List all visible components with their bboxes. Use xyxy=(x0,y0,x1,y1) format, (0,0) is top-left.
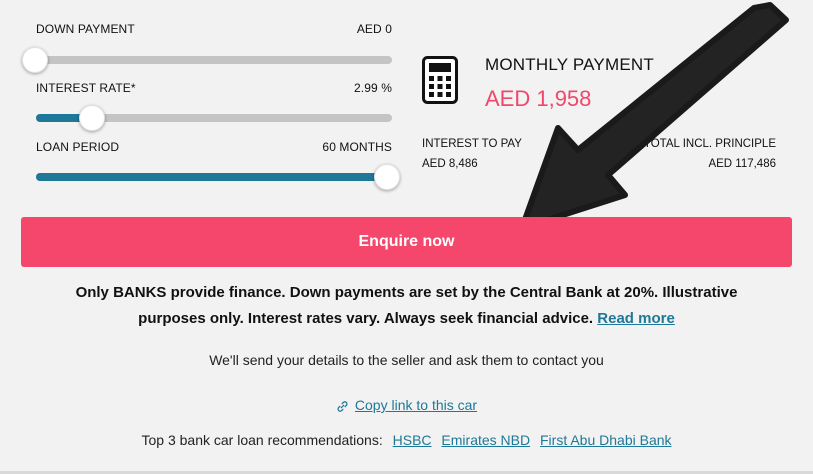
bank-link-emirates-nbd[interactable]: Emirates NBD xyxy=(441,432,530,448)
interest-to-pay-value: AED 8,486 xyxy=(422,158,478,170)
finance-calculator: DOWN PAYMENT AED 0 INTEREST RATE* 2.99 %… xyxy=(0,0,813,474)
interest-rate-value: 2.99 % xyxy=(354,81,392,95)
loan-period-value: 60 MONTHS xyxy=(322,140,392,154)
loan-period-slider-group: LOAN PERIOD 60 MONTHS xyxy=(36,140,400,190)
bank-recommendations-label: Top 3 bank car loan recommendations: xyxy=(141,432,383,448)
interest-rate-slider-group: INTEREST RATE* 2.99 % xyxy=(36,81,392,131)
copy-link-button[interactable]: Copy link to this car xyxy=(355,397,477,413)
loan-period-label: LOAN PERIOD xyxy=(36,140,120,154)
total-incl-principle-label: TOTAL INCL. PRINCIPLE xyxy=(643,138,776,150)
seller-contact-note: We'll send your details to the seller an… xyxy=(209,352,604,368)
interest-rate-thumb[interactable] xyxy=(79,105,105,131)
interest-to-pay-label: INTEREST TO PAY xyxy=(422,138,522,150)
monthly-payment-label: MONTHLY PAYMENT xyxy=(485,55,654,74)
loan-period-fill xyxy=(36,173,392,181)
enquire-now-button[interactable]: Enquire now xyxy=(21,217,792,267)
bank-link-first-abu-dhabi-bank[interactable]: First Abu Dhabi Bank xyxy=(540,432,672,448)
down-payment-value: AED 0 xyxy=(356,22,392,36)
monthly-payment-value: AED 1,958 xyxy=(485,86,592,111)
bank-link-hsbc[interactable]: HSBC xyxy=(393,432,432,448)
interest-rate-label: INTEREST RATE* xyxy=(36,81,136,95)
read-more-link[interactable]: Read more xyxy=(597,310,675,327)
finance-disclaimer: Only BANKS provide finance. Down payment… xyxy=(40,280,773,332)
loan-period-thumb[interactable] xyxy=(374,164,400,190)
copy-link-row: Copy link to this car xyxy=(0,397,813,413)
total-incl-principle-value: AED 117,486 xyxy=(708,158,776,170)
down-payment-track[interactable] xyxy=(36,56,392,64)
link-icon xyxy=(337,401,348,412)
down-payment-label: DOWN PAYMENT xyxy=(36,22,135,36)
bank-recommendations: Top 3 bank car loan recommendations: HSB… xyxy=(0,432,813,448)
loan-period-track[interactable] xyxy=(36,173,392,181)
calculator-icon xyxy=(422,56,458,104)
down-payment-thumb[interactable] xyxy=(22,47,48,73)
down-payment-slider-group: DOWN PAYMENT AED 0 xyxy=(22,22,392,73)
arrow-annotation xyxy=(519,2,789,231)
